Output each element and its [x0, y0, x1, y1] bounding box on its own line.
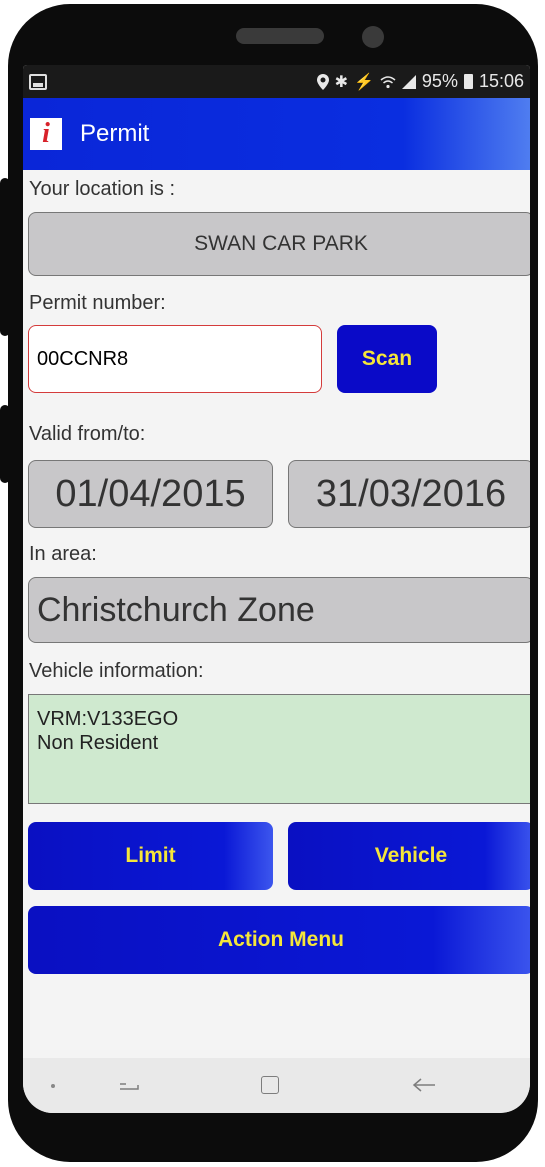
phone-camera	[362, 26, 384, 48]
gallery-icon	[29, 73, 47, 90]
permit-number-label: Permit number:	[29, 292, 166, 314]
vehicle-button[interactable]: Vehicle	[288, 822, 530, 890]
phone-side-button	[0, 405, 10, 483]
action-menu-button[interactable]: Action Menu	[28, 906, 530, 974]
location-value: SWAN CAR PARK	[194, 232, 368, 255]
bluetooth-icon: ✱	[334, 73, 348, 91]
scan-label: Scan	[361, 347, 413, 370]
valid-to-display: 31/03/2016	[288, 460, 530, 528]
phone-side-button	[0, 178, 10, 336]
recent-apps-icon[interactable]	[118, 1076, 140, 1096]
location-label: Your location is :	[29, 178, 176, 200]
permit-form: Your location is : SWAN CAR PARK Permit …	[23, 170, 530, 1035]
limit-button[interactable]: Limit	[28, 822, 273, 890]
permit-number-value: 00CCNR8	[37, 347, 129, 370]
status-bar: ✱ ⚡ 95% 15:06	[23, 65, 530, 98]
home-icon[interactable]	[261, 1076, 279, 1094]
clock: 15:06	[478, 71, 524, 91]
location-icon	[316, 73, 329, 90]
signal-icon	[401, 74, 416, 89]
vehicle-vrm: VRM:V133EGO	[37, 708, 179, 730]
nav-dot-icon	[51, 1084, 55, 1088]
battery-icon	[463, 74, 473, 89]
mute-icon: ⚡	[354, 73, 374, 91]
vehicle-resident-status: Non Resident	[37, 732, 159, 754]
valid-from-display: 01/04/2015	[28, 460, 273, 528]
limit-button-label: Limit	[125, 844, 176, 867]
app-title: Permit	[80, 120, 150, 147]
area-display: Christchurch Zone	[28, 577, 530, 643]
battery-percent: 95%	[421, 71, 458, 91]
area-label: In area:	[29, 543, 97, 565]
scan-button[interactable]: Scan	[337, 325, 437, 393]
phone-screen: ✱ ⚡ 95% 15:06 i Permit Your location is …	[23, 65, 530, 1113]
vehicle-info-box: VRM:V133EGO Non Resident	[28, 694, 530, 804]
action-menu-button-label: Action Menu	[218, 928, 344, 951]
vehicle-button-label: Vehicle	[374, 844, 448, 867]
permit-number-input[interactable]: 00CCNR8	[28, 325, 322, 393]
back-icon[interactable]	[411, 1075, 437, 1095]
valid-label: Valid from/to:	[29, 423, 146, 445]
valid-from-value: 01/04/2015	[55, 472, 246, 515]
app-bar: i Permit	[23, 98, 530, 170]
area-value: Christchurch Zone	[37, 590, 315, 629]
valid-to-value: 31/03/2016	[315, 472, 507, 515]
phone-speaker	[236, 28, 324, 44]
app-logo: i	[30, 118, 62, 150]
wifi-icon	[380, 75, 396, 88]
vehicle-info-label: Vehicle information:	[29, 660, 204, 682]
location-display: SWAN CAR PARK	[28, 212, 530, 276]
system-nav-bar	[23, 1058, 530, 1113]
